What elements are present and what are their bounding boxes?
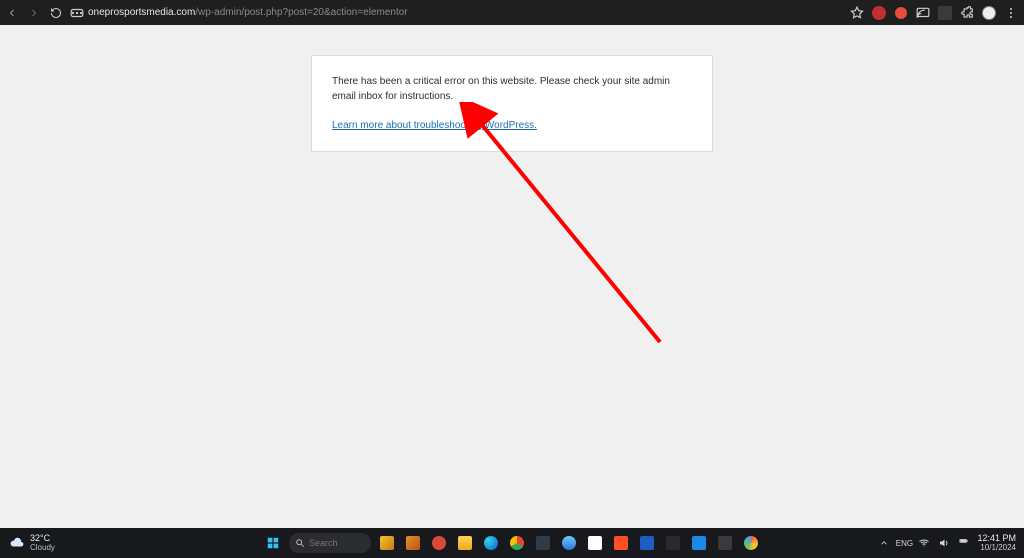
word-icon[interactable] [637, 533, 657, 553]
toolbar-actions [850, 6, 1018, 20]
vscode-icon[interactable] [689, 533, 709, 553]
brave-icon[interactable] [611, 533, 631, 553]
wifi-icon[interactable] [917, 536, 931, 550]
extension-icon-1[interactable] [872, 6, 886, 20]
taskbar-app-8[interactable] [715, 533, 735, 553]
nav-group [6, 7, 62, 19]
file-explorer-icon[interactable] [455, 533, 475, 553]
volume-icon[interactable] [937, 536, 951, 550]
page-viewport: There has been a critical error on this … [0, 25, 1024, 528]
taskbar-search-input[interactable] [309, 538, 359, 548]
url-path: /wp-admin/post.php?post=20&action=elemen… [195, 7, 407, 18]
weather-widget[interactable]: 32°C Cloudy [0, 534, 55, 553]
taskbar-app-1[interactable] [377, 533, 397, 553]
wp-error-card: There has been a critical error on this … [311, 55, 713, 152]
kebab-menu-icon[interactable] [1004, 6, 1018, 20]
extension-icon-2[interactable] [894, 6, 908, 20]
forward-icon[interactable] [28, 7, 40, 19]
troubleshoot-link[interactable]: Learn more about troubleshooting WordPre… [332, 120, 537, 131]
address-bar[interactable]: oneprosportsmedia.com/wp-admin/post.php?… [68, 3, 844, 23]
browser-toolbar: oneprosportsmedia.com/wp-admin/post.php?… [0, 0, 1024, 25]
error-message: There has been a critical error on this … [332, 74, 692, 104]
edge-icon[interactable] [481, 533, 501, 553]
back-icon[interactable] [6, 7, 18, 19]
search-icon [295, 538, 305, 548]
taskbar-app-4[interactable] [533, 533, 553, 553]
taskbar-app-7[interactable] [663, 533, 683, 553]
battery-icon[interactable] [957, 536, 971, 550]
chrome-icon[interactable] [507, 533, 527, 553]
site-info-icon[interactable] [70, 6, 84, 20]
extension-cast-icon[interactable] [916, 6, 930, 20]
url-host: oneprosportsmedia.com [88, 7, 195, 18]
taskbar-clock[interactable]: 12:41 PM 10/1/2024 [977, 534, 1016, 553]
reload-icon[interactable] [50, 7, 62, 19]
taskbar-app-2[interactable] [403, 533, 423, 553]
bookmark-star-icon[interactable] [850, 6, 864, 20]
taskbar: 32°C Cloudy ENG [0, 528, 1024, 558]
cloud-icon [10, 536, 24, 550]
taskbar-app-3[interactable] [429, 533, 449, 553]
weather-text: 32°C Cloudy [30, 534, 55, 553]
system-tray: ENG 12:41 PM 10/1/2024 [877, 534, 1024, 553]
taskbar-app-9[interactable] [741, 533, 761, 553]
weather-desc: Cloudy [30, 544, 55, 553]
profile-avatar[interactable] [982, 6, 996, 20]
start-button[interactable] [263, 533, 283, 553]
tray-chevron-icon[interactable] [877, 536, 891, 550]
taskbar-app-5[interactable] [559, 533, 579, 553]
clock-date: 10/1/2024 [977, 544, 1016, 553]
extension-icon-3[interactable] [938, 6, 952, 20]
tray-language[interactable]: ENG [897, 536, 911, 550]
extensions-puzzle-icon[interactable] [960, 6, 974, 20]
taskbar-search[interactable] [289, 533, 371, 553]
taskbar-center [263, 533, 761, 553]
taskbar-app-6[interactable] [585, 533, 605, 553]
